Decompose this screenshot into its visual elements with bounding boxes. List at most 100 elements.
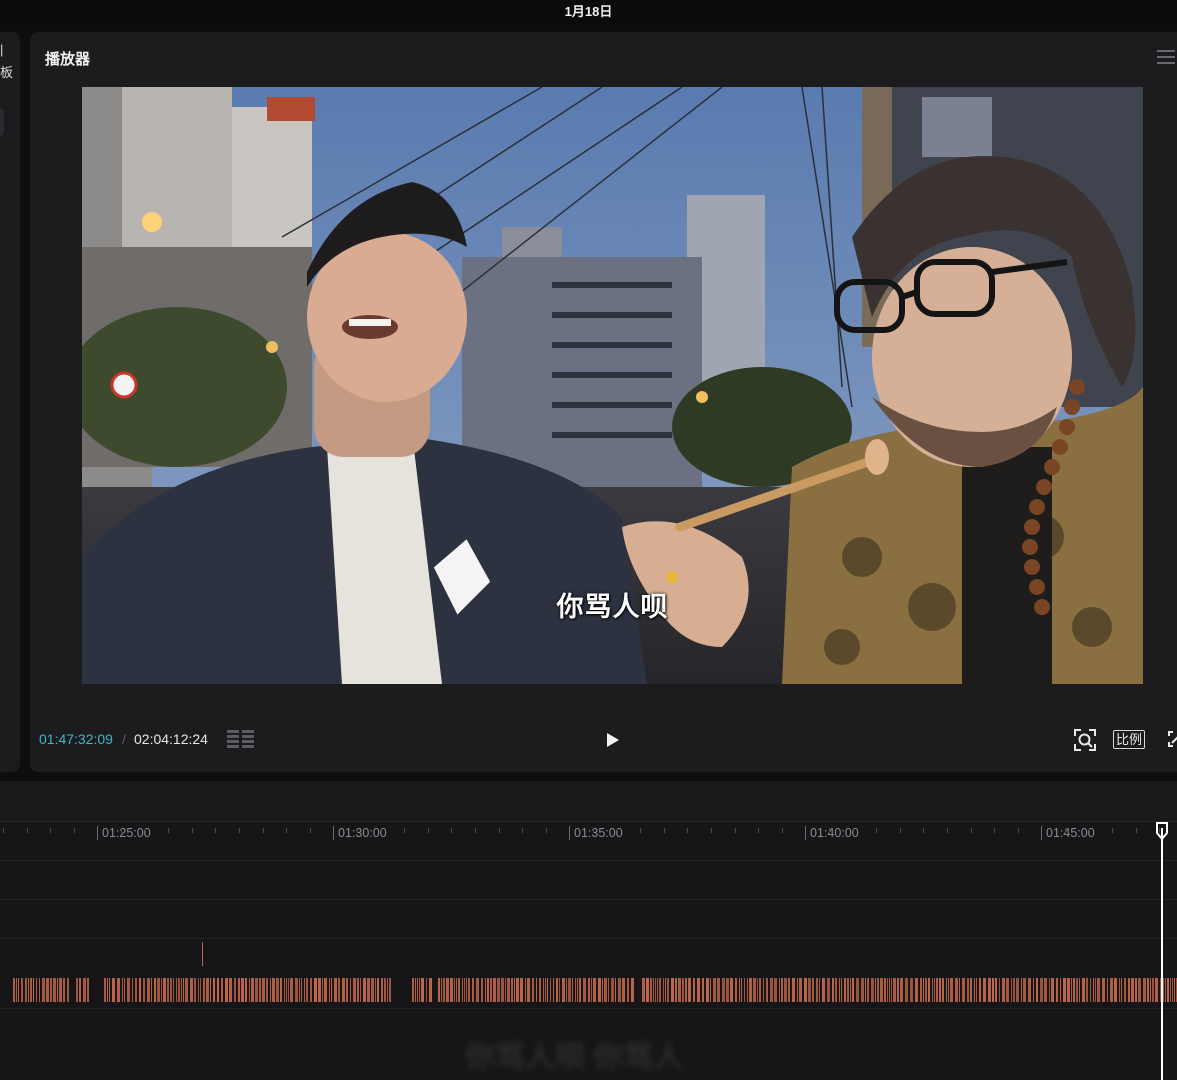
audio-clip-segment bbox=[744, 978, 745, 1002]
playhead-line[interactable] bbox=[1161, 828, 1163, 1080]
audio-clip-segment bbox=[33, 978, 34, 1002]
ratio-button[interactable]: 比例 bbox=[1113, 730, 1146, 749]
play-icon[interactable] bbox=[602, 730, 622, 750]
audio-clip-segment bbox=[713, 978, 716, 1002]
ruler-tick bbox=[451, 828, 452, 833]
audio-clip-segment bbox=[270, 978, 271, 1002]
audio-clip-segment bbox=[13, 978, 15, 1002]
audio-clip-segment bbox=[213, 978, 215, 1002]
date-label: 1月18日 bbox=[564, 4, 613, 19]
audio-clip-segment bbox=[466, 978, 467, 1002]
audio-clip-segment bbox=[962, 978, 965, 1002]
audio-clip-segment bbox=[456, 978, 457, 1002]
audio-track-clips[interactable] bbox=[0, 978, 1177, 1002]
audio-clip-segment bbox=[682, 978, 684, 1002]
audio-clip-segment bbox=[112, 978, 115, 1002]
menu-icon[interactable] bbox=[1157, 50, 1175, 64]
ruler-tick bbox=[829, 828, 830, 833]
left-panel-label-a: | bbox=[0, 42, 4, 57]
audio-clip-segment bbox=[839, 978, 840, 1002]
audio-clip-segment bbox=[946, 978, 947, 1002]
audio-clip-segment bbox=[657, 978, 658, 1002]
audio-clip-segment bbox=[1155, 978, 1158, 1002]
audio-clip-segment bbox=[532, 978, 534, 1002]
audio-clip-segment bbox=[832, 978, 834, 1002]
ruler-tick bbox=[640, 828, 641, 833]
audio-clip-segment bbox=[429, 978, 432, 1002]
audio-clip-segment bbox=[301, 978, 302, 1002]
audio-clip-segment bbox=[334, 978, 337, 1002]
ruler-tick bbox=[1112, 828, 1113, 833]
audio-clip-segment bbox=[200, 978, 201, 1002]
audio-clip-segment bbox=[367, 978, 370, 1002]
timeline-marker[interactable] bbox=[202, 942, 203, 966]
audio-clip-segment bbox=[234, 978, 236, 1002]
audio-clip-segment bbox=[959, 978, 960, 1002]
ruler-tick bbox=[286, 828, 287, 833]
audio-clip-segment bbox=[852, 978, 854, 1002]
audio-clip-segment bbox=[822, 978, 825, 1002]
audio-clip-segment bbox=[306, 978, 308, 1002]
audio-clip-segment bbox=[107, 978, 108, 1002]
audio-clip-segment bbox=[1051, 978, 1054, 1002]
audio-clip-segment bbox=[925, 978, 927, 1002]
audio-clip-segment bbox=[221, 978, 223, 1002]
audio-clip-segment bbox=[562, 978, 565, 1002]
audio-clip-segment bbox=[371, 978, 374, 1002]
playhead-icon[interactable] bbox=[1155, 822, 1169, 840]
timeline[interactable]: 01:25:00 01:30:00 01:35:00 01:40:00 01:4… bbox=[0, 822, 1177, 1080]
video-preview[interactable]: 你骂人呗 bbox=[82, 87, 1143, 684]
grid-icon[interactable] bbox=[227, 730, 255, 750]
audio-clip-segment bbox=[1049, 978, 1050, 1002]
time-ruler[interactable]: 01:25:00 01:30:00 01:35:00 01:40:00 01:4… bbox=[0, 822, 1177, 846]
audio-clip-segment bbox=[1165, 978, 1166, 1002]
ruler-tick bbox=[27, 828, 28, 833]
audio-clip-segment bbox=[915, 978, 918, 1002]
audio-clip-segment bbox=[190, 978, 193, 1002]
ruler-label: 01:35:00 bbox=[574, 826, 623, 840]
audio-clip-segment bbox=[485, 978, 486, 1002]
audio-clip-segment bbox=[353, 978, 356, 1002]
audio-clip-segment bbox=[1063, 978, 1066, 1002]
audio-clip-segment bbox=[950, 978, 953, 1002]
audio-clip-segment bbox=[942, 978, 944, 1002]
ruler-tick bbox=[687, 828, 688, 833]
audio-clip-segment bbox=[154, 978, 156, 1002]
ruler-label: 01:30:00 bbox=[338, 826, 387, 840]
audio-clip-segment bbox=[827, 978, 830, 1002]
audio-clip-segment bbox=[799, 978, 802, 1002]
ruler-tick bbox=[664, 828, 665, 833]
audio-clip-segment bbox=[464, 978, 465, 1002]
audio-clip-segment bbox=[770, 978, 773, 1002]
audio-clip-segment bbox=[194, 978, 196, 1002]
audio-clip-segment bbox=[1095, 978, 1096, 1002]
audio-clip-segment bbox=[426, 978, 427, 1002]
audio-clip-segment bbox=[251, 978, 254, 1002]
ruler-tick bbox=[735, 828, 736, 833]
audio-clip-segment bbox=[983, 978, 986, 1002]
audio-clip-segment bbox=[717, 978, 720, 1002]
audio-clip-segment bbox=[588, 978, 590, 1002]
audio-clip-segment bbox=[1138, 978, 1141, 1002]
audio-clip-segment bbox=[412, 978, 414, 1002]
fullscreen-icon[interactable] bbox=[1167, 730, 1177, 748]
total-duration: 02:04:12:24 bbox=[134, 731, 208, 747]
audio-clip-segment bbox=[739, 978, 740, 1002]
focus-icon[interactable] bbox=[1073, 728, 1097, 752]
ruler-tick bbox=[145, 828, 146, 833]
ruler-tick bbox=[1136, 828, 1137, 833]
audio-clip-segment bbox=[525, 978, 526, 1002]
ruler-tick bbox=[168, 828, 169, 833]
audio-clip-segment bbox=[310, 978, 312, 1002]
audio-clip-segment bbox=[659, 978, 661, 1002]
audio-clip-segment bbox=[1135, 978, 1137, 1002]
audio-clip-segment bbox=[79, 978, 81, 1002]
audio-clip-segment bbox=[18, 978, 19, 1002]
audio-clip-segment bbox=[1056, 978, 1058, 1002]
ruler-tick bbox=[3, 828, 4, 833]
audio-clip-segment bbox=[163, 978, 166, 1002]
audio-clip-segment bbox=[290, 978, 293, 1002]
audio-clip-segment bbox=[501, 978, 504, 1002]
audio-clip-segment bbox=[905, 978, 908, 1002]
left-panel-button[interactable] bbox=[0, 108, 4, 136]
